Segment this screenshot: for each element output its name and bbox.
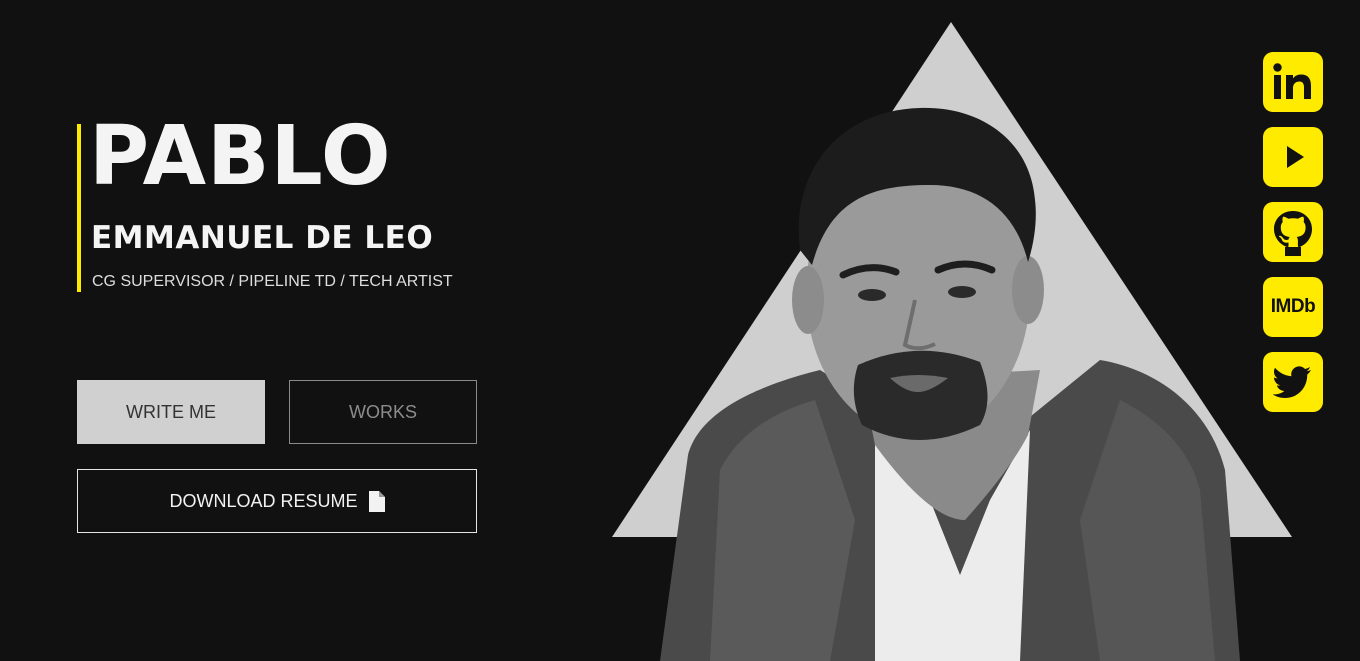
portrait-graphic <box>612 22 1292 661</box>
first-name: PABLO <box>89 109 392 204</box>
github-icon <box>1274 211 1312 256</box>
write-me-label: WRITE ME <box>126 401 216 422</box>
hero-title-block: PABLO EMMANUEL DE LEO CG SUPERVISOR / PI… <box>77 116 497 292</box>
linkedin-link[interactable] <box>1263 52 1323 112</box>
youtube-link[interactable] <box>1263 127 1323 187</box>
accent-bar <box>77 124 81 292</box>
portrait-beard <box>853 350 988 440</box>
works-button[interactable]: WORKS <box>289 380 477 444</box>
twitter-icon <box>1273 366 1311 398</box>
file-icon <box>368 490 385 512</box>
page: PABLO EMMANUEL DE LEO CG SUPERVISOR / PI… <box>0 0 1360 661</box>
last-name: EMMANUEL DE LEO <box>91 220 434 256</box>
youtube-icon <box>1287 146 1304 168</box>
works-label: WORKS <box>348 401 417 422</box>
imdb-icon: IMDb <box>1270 296 1316 317</box>
twitter-link[interactable] <box>1263 352 1323 412</box>
linkedin-icon <box>1273 63 1311 99</box>
download-resume-label: DOWNLOAD RESUME <box>169 490 358 511</box>
write-me-button[interactable]: WRITE ME <box>77 380 265 444</box>
role-subtitle: CG SUPERVISOR / PIPELINE TD / TECH ARTIS… <box>92 273 453 290</box>
github-link[interactable] <box>1263 202 1323 262</box>
download-resume-button[interactable]: DOWNLOAD RESUME <box>77 469 477 533</box>
imdb-link[interactable]: IMDb <box>1263 277 1323 337</box>
